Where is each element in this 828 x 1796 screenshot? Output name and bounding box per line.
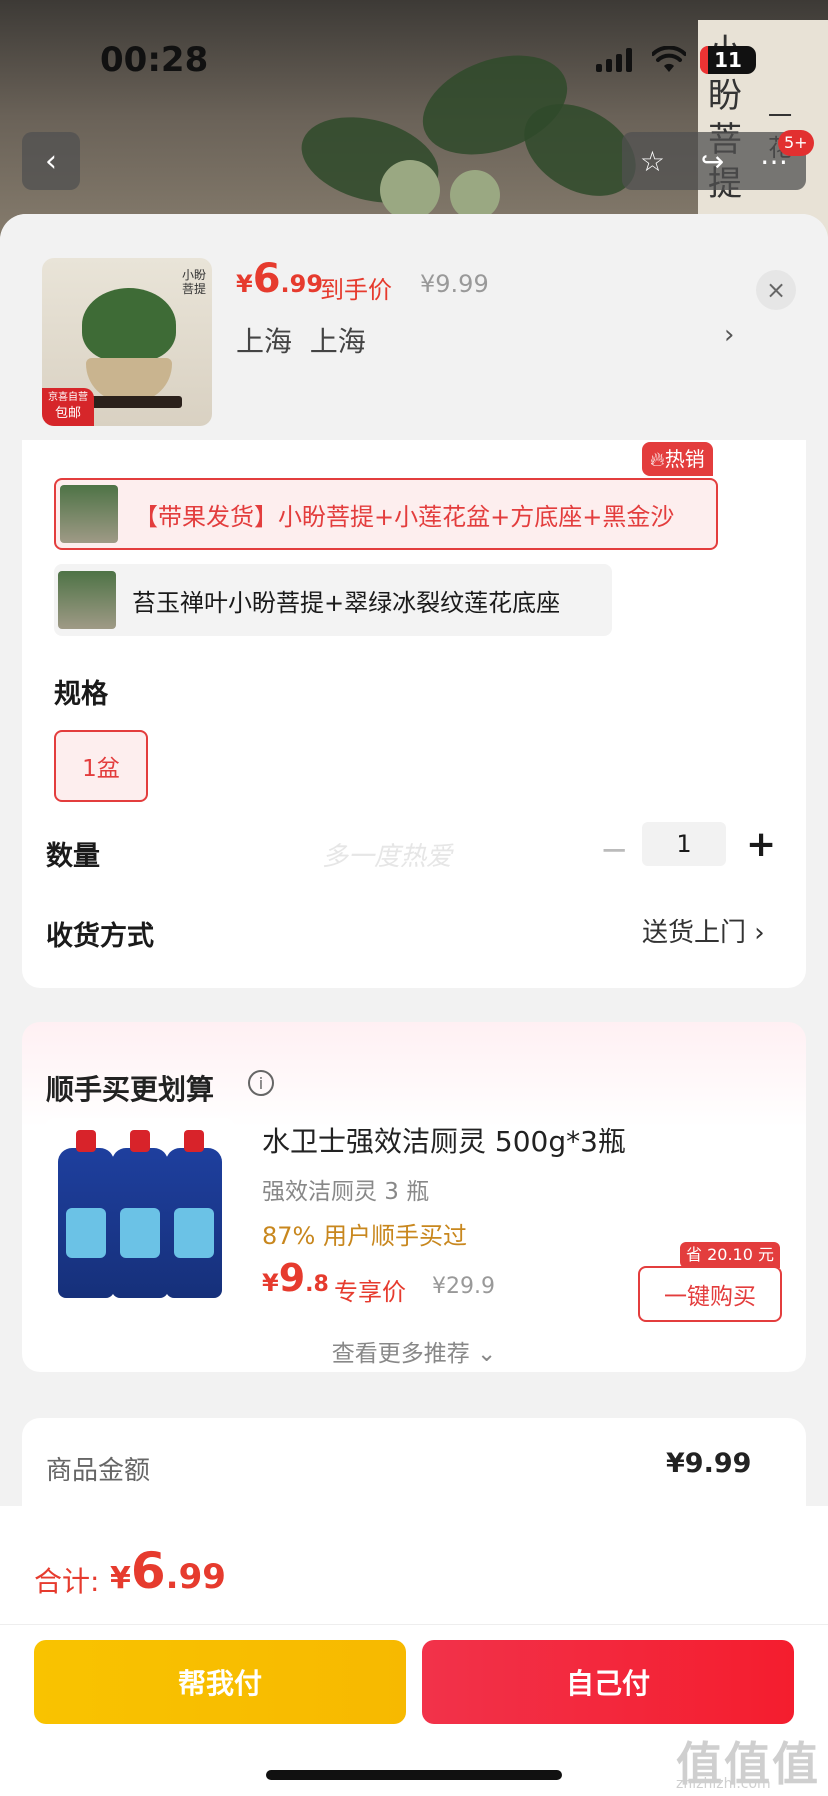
cart-badge: 5+ [778,130,814,156]
shipping-label: 收货方式 [46,921,154,952]
thumb-poster-text: 小盼菩提 [182,268,207,296]
recommend-hint: 87% 用户顺手买过 [262,1222,467,1250]
current-price: ¥6.99 [236,256,324,302]
price-label: 到手价 [320,276,392,304]
chevron-left-icon: ‹ [45,143,57,179]
home-indicator [266,1770,562,1780]
more-recommendations-link[interactable]: 查看更多推荐 ⌄ [22,1334,806,1368]
share-icon[interactable]: ↪ [701,145,724,178]
option-thumbnail [58,571,116,629]
delivery-address[interactable]: 上海 上海 [236,320,366,360]
quantity-watermark: 多一度热爱 [322,842,453,872]
quantity-plus-button[interactable]: + [746,824,776,865]
subtotal-value: ¥9.99 [666,1448,752,1479]
recommend-price-label: 专享价 [334,1278,406,1306]
recommend-product-subtitle: 强效洁厕灵 3 瓶 [262,1179,430,1205]
option-label: 苔玉禅叶小盼菩提+翠绿冰裂纹莲花底座 [132,588,561,617]
checkout-footer: 合计: ¥6.99 帮我付 自己付 值值值 zhizhizhi.com [0,1506,828,1796]
wifi-icon [652,46,686,72]
spec-option[interactable]: 1盆 [54,730,148,802]
recommend-title: 顺手买更划算 [46,1073,215,1106]
status-time: 00:28 [100,40,209,80]
sheet-header: 小盼菩提 京喜自营 包邮 ¥6.99 到手价 ¥9.99 上海 上海 › × [0,214,828,454]
fire-icon: 🔥︎ [650,447,665,471]
quantity-minus-button[interactable]: − [600,830,629,870]
save-badge: 省 20.10 元 [680,1242,780,1268]
chevron-right-icon[interactable]: › [724,320,734,350]
signal-icon [596,48,632,72]
battery-level: 11 [714,48,742,72]
recommend-price: ¥9.8 [262,1256,329,1300]
subtotal-label: 商品金额 [46,1456,151,1486]
info-icon[interactable]: i [248,1070,274,1096]
quantity-input[interactable]: 1 [642,822,726,866]
recommend-card: 顺手买更划算 i 水卫士强效洁厕灵 500g*3瓶 强效洁厕灵 3 瓶 87% … [22,1022,806,1372]
shipping-method[interactable]: 送货上门 › [642,912,765,949]
back-button[interactable]: ‹ [22,132,80,190]
star-icon[interactable]: ☆ [640,145,665,178]
option-label: 【带果发货】小盼菩提+小莲花盆+方底座+黑金沙 [134,502,675,531]
original-price: ¥9.99 [420,270,489,298]
options-card: 【带果发货】小盼菩提+小莲花盆+方底座+黑金沙 🔥︎热销 苔玉禅叶小盼菩提+翠绿… [22,440,806,988]
total-label: 合计: [34,1565,100,1598]
spec-label: 规格 [54,679,108,710]
pay-myself-button[interactable]: 自己付 [422,1640,794,1724]
quantity-label: 数量 [46,841,100,872]
divider [0,1624,828,1625]
product-thumbnail[interactable]: 小盼菩提 京喜自营 包邮 [42,258,212,426]
recommend-original-price: ¥29.9 [432,1274,495,1299]
option-item-2[interactable]: 苔玉禅叶小盼菩提+翠绿冰裂纹莲花底座 [54,564,612,636]
option-item-1[interactable]: 【带果发货】小盼菩提+小莲花盆+方底座+黑金沙 [54,478,718,550]
thumb-badge: 京喜自营 包邮 [42,388,94,426]
total-value: ¥6.99 [110,1542,226,1600]
close-button[interactable]: × [756,270,796,310]
pay-for-me-button[interactable]: 帮我付 [34,1640,406,1724]
hot-sale-badge: 🔥︎热销 [642,442,713,476]
option-thumbnail [60,485,118,543]
recommend-product-title[interactable]: 水卫士强效洁厕灵 500g*3瓶 [262,1120,626,1160]
battery-icon: 11 [700,46,756,74]
recommend-product-image[interactable] [46,1118,234,1304]
purchase-sheet: 小盼菩提 京喜自营 包邮 ¥6.99 到手价 ¥9.99 上海 上海 › × 【… [0,214,828,1796]
one-click-buy-button[interactable]: 一键购买 [638,1266,782,1322]
watermark-url: zhizhizhi.com [676,1776,771,1792]
